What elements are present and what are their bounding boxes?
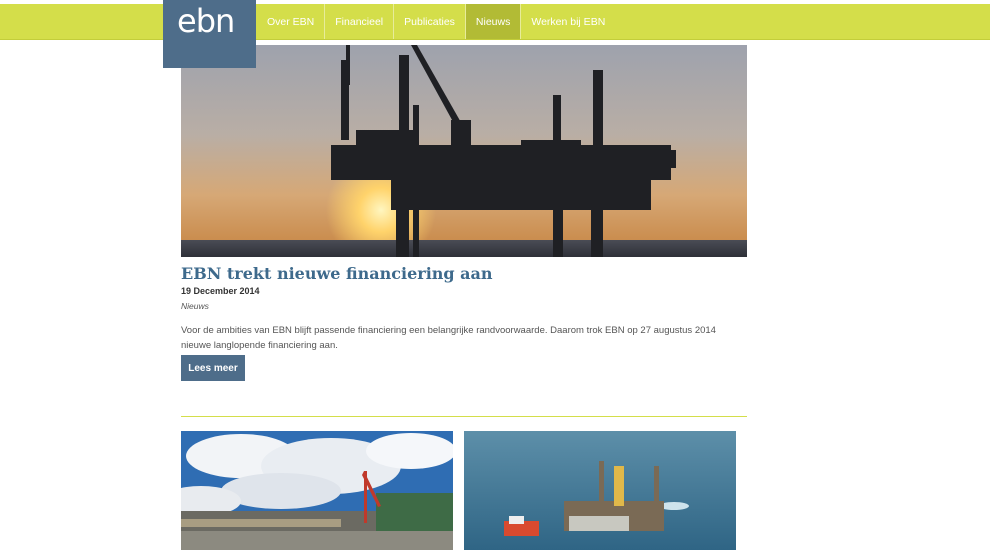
read-more-button[interactable]: Lees meer (181, 355, 245, 381)
article-date: 19 December 2014 (181, 286, 260, 296)
main-navigation: Over EBN Financieel Publicaties Nieuws W… (257, 4, 615, 39)
news-thumbnail-industrial-site[interactable] (181, 431, 453, 550)
nav-item-financieel[interactable]: Financieel (325, 4, 395, 39)
nav-item-werken-bij-ebn[interactable]: Werken bij EBN (521, 4, 615, 39)
nav-item-publicaties[interactable]: Publicaties (394, 4, 466, 39)
section-divider (181, 416, 747, 417)
article-title[interactable]: EBN trekt nieuwe financiering aan (181, 264, 493, 283)
article-category: Nieuws (181, 301, 209, 311)
article-summary: Voor de ambities van EBN blijft passende… (181, 325, 716, 351)
logo-text: ebn (177, 2, 235, 40)
nav-item-over-ebn[interactable]: Over EBN (257, 4, 326, 39)
ebn-logo[interactable]: ebn (163, 0, 256, 68)
article-hero-image[interactable] (181, 45, 747, 257)
nav-item-nieuws[interactable]: Nieuws (465, 4, 522, 39)
news-thumbnail-offshore-rig[interactable] (464, 431, 736, 550)
